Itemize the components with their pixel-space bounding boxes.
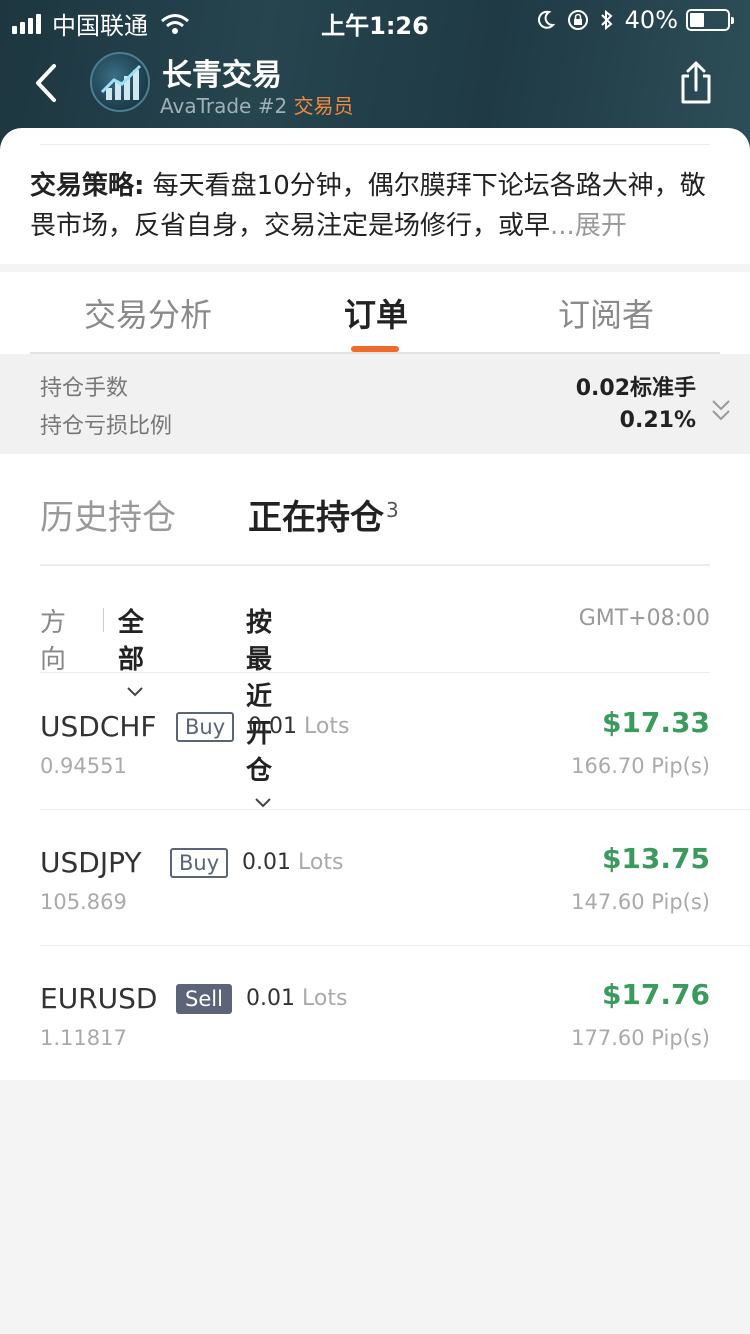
strategy-card: 交易策略: 每天看盘10分钟，偶尔膜拜下论坛各路大神，敬畏市场，反省自身，交易注…	[0, 128, 750, 264]
order-lots: 0.01 Lots	[242, 850, 344, 875]
tab-trade-analysis[interactable]: 交易分析	[84, 290, 212, 336]
back-button[interactable]	[26, 58, 66, 108]
orders-panel: 历史持仓 正在持仓 3 方向 全部 按最近开仓 GMT+08:00 USDCHF…	[0, 454, 750, 1080]
position-summary[interactable]: 持仓手数 0.02标准手 持仓亏损比例 0.21%	[0, 354, 750, 454]
lots-value: 0.02标准手	[575, 376, 696, 401]
filter-separator	[103, 608, 104, 632]
order-open-price: 1.11817	[40, 1026, 127, 1050]
order-lots: 0.01 Lots	[246, 986, 348, 1011]
order-symbol: EURUSD	[40, 982, 158, 1015]
order-profit: $17.33	[601, 706, 710, 739]
status-bar: 中国联通 上午1:26 40%	[0, 0, 750, 40]
order-symbol: USDJPY	[40, 846, 142, 879]
order-profit: $13.75	[601, 842, 710, 875]
order-row[interactable]: USDCHF Buy 0.01 Lots 0.94551 $17.33 166.…	[0, 674, 750, 810]
moon-icon	[537, 10, 555, 29]
battery-icon	[686, 9, 734, 31]
share-button[interactable]	[676, 60, 716, 106]
trader-role: 交易员	[293, 94, 354, 118]
expand-link[interactable]: 展开	[575, 211, 627, 241]
order-symbol: USDCHF	[40, 710, 157, 743]
loss-ratio-label: 持仓亏损比例	[40, 414, 173, 439]
expand-chevron-icon[interactable]	[710, 398, 732, 424]
order-side-badge: Buy	[176, 712, 235, 742]
broker-account: AvaTrade #2	[160, 94, 288, 118]
order-side-badge: Sell	[176, 984, 232, 1014]
battery-percent: 40%	[624, 6, 678, 34]
order-open-price: 105.869	[40, 890, 127, 914]
filter-divider	[40, 672, 710, 673]
trader-name: 长青交易	[162, 58, 282, 93]
lots-label: 持仓手数	[40, 376, 129, 401]
chart-logo-icon	[100, 64, 142, 100]
subtab-history[interactable]: 历史持仓	[40, 490, 176, 539]
strategy-ellipsis: ...	[550, 211, 575, 241]
order-profit: $17.76	[601, 978, 710, 1011]
active-tab-indicator	[351, 346, 399, 352]
loss-ratio-value: 0.21%	[619, 408, 696, 433]
trader-avatar[interactable]	[90, 52, 150, 112]
subtab-divider	[40, 564, 710, 566]
timezone-label: GMT+08:00	[578, 606, 710, 631]
tab-subscribers[interactable]: 订阅者	[558, 290, 654, 336]
order-row[interactable]: USDJPY Buy 0.01 Lots 105.869 $13.75 147.…	[0, 810, 750, 946]
order-pips: 177.60 Pip(s)	[571, 1026, 710, 1050]
open-positions-count: 3	[386, 498, 399, 522]
order-side-badge: Buy	[170, 848, 229, 878]
bluetooth-icon	[600, 9, 613, 31]
strategy-text: 交易策略: 每天看盘10分钟，偶尔膜拜下论坛各路大神，敬畏市场，反省自身，交易注…	[30, 166, 720, 246]
strategy-label: 交易策略:	[30, 171, 145, 201]
trader-subtitle: AvaTrade #2 交易员	[160, 90, 354, 119]
order-pips: 166.70 Pip(s)	[571, 754, 710, 778]
direction-value: 全部	[118, 608, 145, 675]
order-pips: 147.60 Pip(s)	[571, 890, 710, 914]
subtab-open-positions[interactable]: 正在持仓	[248, 490, 384, 539]
order-lots: 0.01 Lots	[248, 714, 350, 739]
tab-orders[interactable]: 订单	[344, 290, 408, 336]
main-tabs: 交易分析 订单 订阅者	[0, 272, 750, 354]
order-row[interactable]: EURUSD Sell 0.01 Lots 1.11817 $17.76 177…	[0, 946, 750, 1082]
order-open-price: 0.94551	[40, 754, 127, 778]
direction-label: 方向	[40, 608, 67, 675]
orientation-lock-icon	[567, 10, 588, 30]
